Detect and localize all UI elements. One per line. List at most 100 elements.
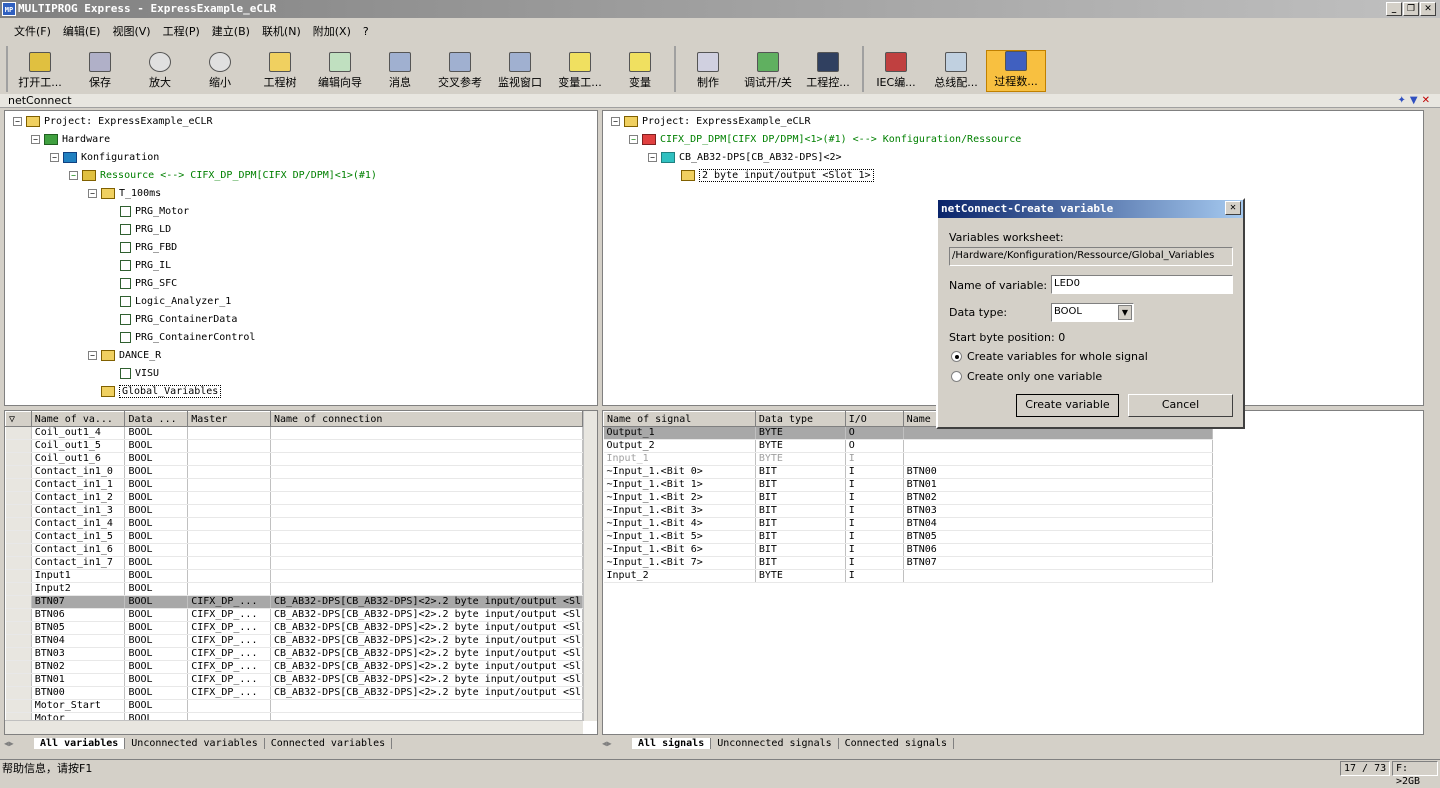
- table-row[interactable]: Contact_in1_3 BOOL: [5, 504, 584, 518]
- radio-one-variable[interactable]: Create only one variable: [951, 370, 1102, 383]
- column-header[interactable]: I/O: [844, 411, 904, 427]
- table-row[interactable]: ~Input_1.<Bit 6> BIT I BTN06: [603, 543, 1214, 557]
- open-button[interactable]: 打开工...: [10, 50, 70, 92]
- tab-nav-arrows-icon[interactable]: ◀▶: [602, 739, 632, 748]
- table-row[interactable]: BTN06 BOOL CIFX_DP_... CB_AB32-DPS[CB_AB32-…: [5, 608, 584, 622]
- menu-help[interactable]: ?: [357, 25, 375, 38]
- table-row[interactable]: ~Input_1.<Bit 5> BIT I BTN05: [603, 530, 1214, 544]
- table-row[interactable]: Contact_in1_7 BOOL: [5, 556, 584, 570]
- project-tree-button[interactable]: 工程树: [250, 50, 310, 92]
- table-row[interactable]: BTN03 BOOL CIFX_DP_... CB_AB32-DPS[CB_AB32-…: [5, 647, 584, 661]
- table-row[interactable]: ~Input_1.<Bit 4> BIT I BTN04: [603, 517, 1214, 531]
- pin-icon[interactable]: ✦: [1398, 95, 1410, 106]
- table-row[interactable]: Input_2 BYTE I: [603, 569, 1214, 583]
- variable-tool-button[interactable]: 变量工...: [550, 50, 610, 92]
- watch-window-button[interactable]: 监视窗口: [490, 50, 550, 92]
- table-row[interactable]: Input2 BOOL: [5, 582, 584, 596]
- project-control-button[interactable]: 工程控...: [798, 50, 858, 92]
- zoom-out-button[interactable]: 缩小: [190, 50, 250, 92]
- table-row[interactable]: ~Input_1.<Bit 3> BIT I BTN03: [603, 504, 1214, 518]
- menu-project[interactable]: 工程(P): [157, 23, 206, 39]
- table-row[interactable]: BTN07 BOOL CIFX_DP_... CB_AB32-DPS[CB_AB32-…: [5, 595, 584, 609]
- tree-node[interactable]: PRG_ContainerControl: [120, 330, 255, 344]
- tab-connected-variables[interactable]: Connected variables: [265, 737, 393, 749]
- tab-all-variables[interactable]: All variables: [34, 737, 126, 749]
- table-row[interactable]: BTN05 BOOL CIFX_DP_... CB_AB32-DPS[CB_AB32-…: [5, 621, 584, 635]
- tree-node[interactable]: − Ressource <--> CIFX_DP_DPM[CIFX DP/DPM]…: [69, 168, 377, 182]
- menu-edit[interactable]: 编辑(E): [57, 23, 107, 39]
- menu-extras[interactable]: 附加(X): [307, 23, 357, 39]
- tree-node[interactable]: PRG_SFC: [120, 276, 177, 290]
- table-row[interactable]: Coil_out1_6 BOOL: [5, 452, 584, 466]
- tab-connected-signals[interactable]: Connected signals: [839, 737, 954, 749]
- table-row[interactable]: Contact_in1_1 BOOL: [5, 478, 584, 492]
- horizontal-scrollbar[interactable]: [5, 720, 583, 734]
- tree-node[interactable]: − CB_AB32-DPS[CB_AB32-DPS]<2>: [648, 150, 842, 164]
- close-button[interactable]: ✕: [1420, 2, 1436, 16]
- tree-node[interactable]: PRG_ContainerData: [120, 312, 237, 326]
- table-row[interactable]: ~Input_1.<Bit 7> BIT I BTN07: [603, 556, 1214, 570]
- tree-node[interactable]: − Hardware: [31, 132, 110, 146]
- tree-node[interactable]: − T_100ms: [88, 186, 161, 200]
- process-data-button[interactable]: 过程数...: [986, 50, 1046, 92]
- menu-online[interactable]: 联机(N): [256, 23, 307, 39]
- table-row[interactable]: ~Input_1.<Bit 2> BIT I BTN02: [603, 491, 1214, 505]
- filter-column-header[interactable]: ▽: [5, 411, 32, 427]
- vertical-scrollbar[interactable]: [583, 411, 597, 721]
- column-header[interactable]: Data ...: [124, 411, 189, 427]
- variables-button[interactable]: 变量: [610, 50, 670, 92]
- tree-node[interactable]: Logic_Analyzer_1: [120, 294, 231, 308]
- restore-button[interactable]: ❐: [1403, 2, 1419, 16]
- table-row[interactable]: Coil_out1_4 BOOL: [5, 426, 584, 440]
- tab-nav-arrows-icon[interactable]: ◀▶: [4, 739, 34, 748]
- table-row[interactable]: Contact_in1_5 BOOL: [5, 530, 584, 544]
- dialog-close-button[interactable]: ✕: [1225, 201, 1241, 215]
- tree-node-selected[interactable]: 2 byte input/output <Slot 1>: [681, 168, 874, 182]
- menu-build[interactable]: 建立(B): [206, 23, 256, 39]
- tree-node[interactable]: − CIFX_DP_DPM[CIFX DP/DPM]<1>(#1) <--> Ko…: [629, 132, 1021, 146]
- tree-node[interactable]: PRG_LD: [120, 222, 171, 236]
- iec-editor-button[interactable]: IEC编...: [866, 50, 926, 92]
- save-button[interactable]: 保存: [70, 50, 130, 92]
- table-row[interactable]: ~Input_1.<Bit 0> BIT I BTN00: [603, 465, 1214, 479]
- table-row[interactable]: BTN02 BOOL CIFX_DP_... CB_AB32-DPS[CB_AB32-…: [5, 660, 584, 674]
- tree-node[interactable]: PRG_IL: [120, 258, 171, 272]
- table-row[interactable]: ~Input_1.<Bit 1> BIT I BTN01: [603, 478, 1214, 492]
- debug-toggle-button[interactable]: 调试开/关: [738, 50, 798, 92]
- panel-close-icon[interactable]: ✕: [1422, 95, 1434, 106]
- messages-button[interactable]: 消息: [370, 50, 430, 92]
- cancel-button[interactable]: Cancel: [1128, 394, 1233, 417]
- column-header[interactable]: Data type: [754, 411, 846, 427]
- minimize-button[interactable]: _: [1386, 2, 1402, 16]
- table-row[interactable]: Input_1 BYTE I: [603, 452, 1214, 466]
- tree-node[interactable]: VISU: [120, 366, 159, 380]
- table-row[interactable]: BTN01 BOOL CIFX_DP_... CB_AB32-DPS[CB_AB32-…: [5, 673, 584, 687]
- tree-node[interactable]: − Project: ExpressExample_eCLR: [13, 114, 213, 128]
- tab-unconnected-variables[interactable]: Unconnected variables: [125, 737, 265, 749]
- column-header[interactable]: Master: [187, 411, 271, 427]
- tree-node[interactable]: PRG_Motor: [120, 204, 189, 218]
- edit-wizard-button[interactable]: 编辑向导: [310, 50, 370, 92]
- data-type-select[interactable]: BOOL ▼: [1051, 303, 1134, 322]
- tree-node[interactable]: PRG_FBD: [120, 240, 177, 254]
- create-variable-button[interactable]: Create variable: [1016, 394, 1119, 417]
- column-header[interactable]: Name of signal: [603, 411, 756, 427]
- table-row[interactable]: Contact_in1_4 BOOL: [5, 517, 584, 531]
- table-row[interactable]: Contact_in1_6 BOOL: [5, 543, 584, 557]
- radio-whole-signal[interactable]: Create variables for whole signal: [951, 350, 1148, 363]
- dropdown-arrow-icon[interactable]: ▼: [1118, 305, 1132, 320]
- table-row[interactable]: Contact_in1_0 BOOL: [5, 465, 584, 479]
- tree-node[interactable]: − Konfiguration: [50, 150, 159, 164]
- bus-config-button[interactable]: 总线配...: [926, 50, 986, 92]
- table-row[interactable]: BTN04 BOOL CIFX_DP_... CB_AB32-DPS[CB_AB32-…: [5, 634, 584, 648]
- panel-menu-icon[interactable]: ▼: [1410, 95, 1422, 106]
- make-button[interactable]: 制作: [678, 50, 738, 92]
- tree-node[interactable]: − DANCE_R: [88, 348, 161, 362]
- table-row[interactable]: Motor_Start BOOL: [5, 699, 584, 713]
- table-row[interactable]: BTN00 BOOL CIFX_DP_... CB_AB32-DPS[CB_AB32-…: [5, 686, 584, 700]
- cross-reference-button[interactable]: 交叉参考: [430, 50, 490, 92]
- tree-node-selected[interactable]: Global_Variables: [101, 384, 222, 398]
- tab-all-signals[interactable]: All signals: [632, 737, 712, 749]
- column-header[interactable]: Name of connection: [269, 411, 584, 427]
- menu-file[interactable]: 文件(F): [8, 23, 57, 39]
